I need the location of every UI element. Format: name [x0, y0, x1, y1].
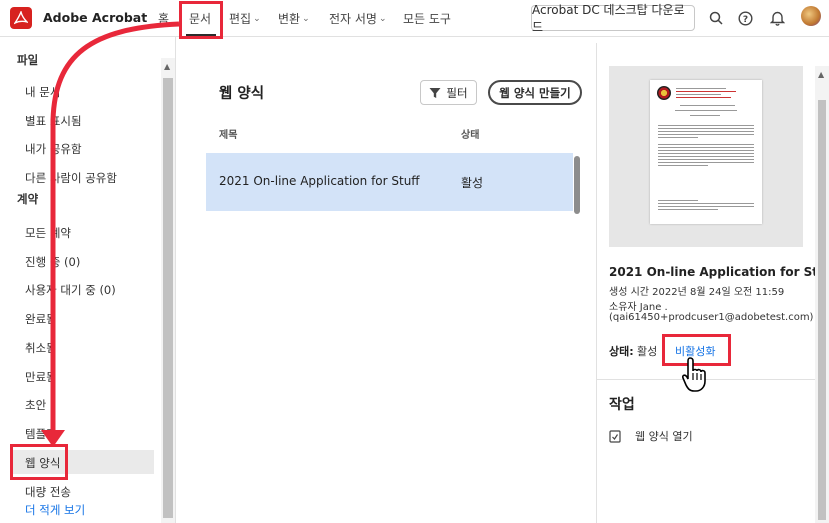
hand-pointer-icon: [681, 356, 711, 398]
annotation-arrow: [41, 21, 180, 447]
